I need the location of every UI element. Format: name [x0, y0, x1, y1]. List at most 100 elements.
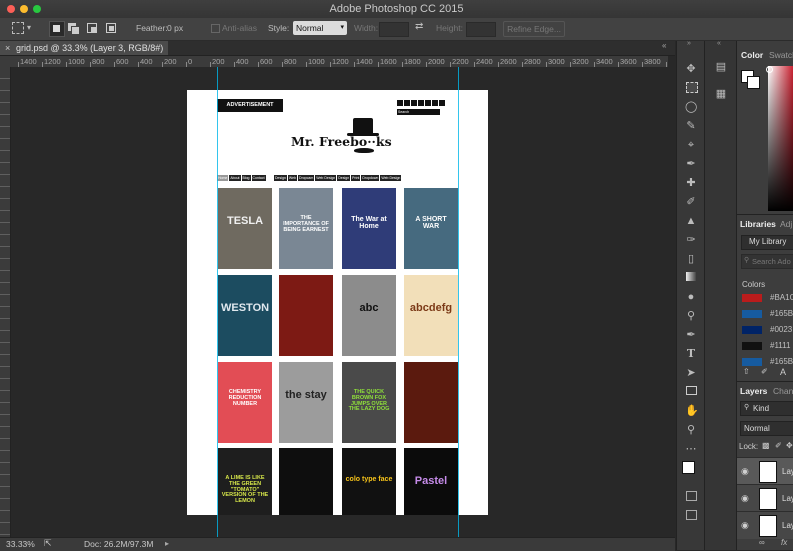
site-nav-item: Web Design	[315, 175, 337, 181]
properties-panel-icon[interactable]: ▦	[715, 88, 727, 100]
gradient-tool-icon[interactable]	[686, 272, 696, 281]
marquee-tool-preset-icon[interactable]	[12, 22, 24, 34]
doc-size-info[interactable]: Doc: 26.2M/97.3M	[84, 539, 153, 549]
blur-tool-icon[interactable]: ●	[685, 291, 697, 303]
brush-tool-icon[interactable]: ✐	[685, 196, 697, 208]
site-nav-item: Dropcam	[298, 175, 315, 181]
height-input[interactable]	[466, 22, 496, 37]
layer-effects-icon[interactable]: fx	[781, 538, 787, 547]
library-color-label: #BA1C	[770, 293, 793, 302]
eraser-tool-icon[interactable]: ▯	[685, 253, 697, 265]
history-panel-icon[interactable]: ▤	[715, 61, 727, 73]
collapse-panels-icon[interactable]: «	[662, 41, 666, 50]
layer-row[interactable]: ◉ Lay	[737, 511, 793, 539]
search-icon: ⚲	[744, 404, 750, 411]
visibility-eye-icon[interactable]: ◉	[741, 466, 749, 477]
tab-layers[interactable]: Layers	[740, 386, 767, 396]
layer-filter-kind: Kind	[753, 404, 770, 413]
feather-value[interactable]: 0 px	[167, 23, 183, 33]
book-title: CHEMISTRY REDUCTION NUMBER	[228, 389, 262, 407]
quick-selection-tool-icon[interactable]: ✎	[685, 120, 697, 132]
zoom-level[interactable]: 33.33%	[6, 539, 35, 549]
intersect-selection-icon[interactable]	[106, 23, 116, 33]
book-cover: THE QUICK BROWN FOX JUMPS OVER THE LAZY …	[342, 362, 396, 443]
site-nav-item: Web	[287, 175, 298, 181]
chevron-down-icon: ▾	[340, 24, 344, 31]
foreground-color-swatch[interactable]	[682, 461, 695, 474]
marquee-tool-icon[interactable]	[686, 82, 698, 93]
app-title: Adobe Photoshop CC 2015	[329, 3, 464, 15]
link-layers-icon[interactable]: ∞	[759, 538, 765, 547]
path-selection-tool-icon[interactable]: ➤	[685, 367, 697, 379]
screen-mode-icon[interactable]	[686, 510, 697, 520]
history-brush-tool-icon[interactable]: ✑	[685, 234, 697, 246]
color-picker-field[interactable]	[768, 66, 793, 211]
eyedropper-tool-icon[interactable]: ✒	[685, 158, 697, 170]
lasso-tool-icon[interactable]: ◯	[685, 101, 697, 113]
chevron-right-icon[interactable]: ▸	[165, 539, 169, 548]
zoom-tool-icon[interactable]: ⚲	[685, 424, 697, 436]
quick-mask-icon[interactable]	[686, 491, 697, 501]
chevron-down-icon[interactable]: ▾	[27, 23, 31, 32]
export-icon[interactable]: ⇱	[44, 538, 52, 549]
tab-channels[interactable]: Chan	[773, 386, 793, 396]
more-tools-icon[interactable]: ⋯	[685, 443, 697, 455]
library-color-swatch[interactable]	[742, 310, 762, 318]
collapse-tools-icon[interactable]: »	[687, 40, 691, 47]
color-picker-marker[interactable]	[766, 66, 773, 73]
ruler-tick-label: 1000	[308, 57, 325, 66]
library-search-input[interactable]: ⚲ Search Ado	[741, 254, 793, 269]
lock-all-icon[interactable]: ✥	[786, 441, 793, 450]
style-select[interactable]: Normal ▾	[293, 21, 347, 35]
background-color-chip[interactable]	[747, 76, 760, 89]
type-tool-icon[interactable]: T	[685, 348, 697, 360]
close-tab-icon[interactable]: ×	[5, 41, 10, 55]
library-color-swatch[interactable]	[742, 326, 762, 334]
dodge-tool-icon[interactable]: ⚲	[685, 310, 697, 322]
library-select[interactable]: My Library	[741, 235, 793, 250]
healing-brush-tool-icon[interactable]: ✚	[685, 177, 697, 189]
layer-row[interactable]: ◉ Lay	[737, 457, 793, 485]
hand-tool-icon[interactable]: ✋	[685, 405, 699, 417]
lock-paint-icon[interactable]: ✐	[775, 441, 782, 450]
style-value: Normal	[296, 23, 324, 33]
swap-dimensions-icon[interactable]: ⇄	[415, 21, 423, 32]
blend-mode-select[interactable]: Normal	[740, 421, 793, 436]
library-color-swatch[interactable]	[742, 294, 762, 302]
subtract-from-selection-icon[interactable]	[87, 23, 97, 33]
site-nav-right: Design Web Dropcam Web Design Design Print Dro…	[274, 175, 402, 181]
ruler-tick-label: 2000	[428, 57, 445, 66]
move-tool-icon[interactable]: ✥	[685, 63, 697, 75]
collapse-strip-icon[interactable]: «	[717, 40, 721, 47]
tab-libraries[interactable]: Libraries	[740, 219, 776, 229]
layer-row[interactable]: ◉ Lay	[737, 484, 793, 512]
upload-icon[interactable]: ⇧	[743, 367, 750, 376]
pen-tool-icon[interactable]: ✒	[685, 329, 697, 341]
width-input[interactable]	[379, 22, 409, 37]
new-selection-icon[interactable]	[49, 21, 65, 37]
social-icon	[411, 100, 417, 106]
library-color-swatch[interactable]	[742, 358, 762, 366]
antialias-checkbox[interactable]	[211, 24, 220, 33]
layer-filter-select[interactable]: ⚲ Kind	[740, 401, 793, 416]
lock-transparent-icon[interactable]: ▩	[762, 441, 770, 450]
tab-color[interactable]: Color	[741, 50, 763, 60]
canvas-area[interactable]: ADVERTISEMENT Search Mr. Freebo··ks Home…	[11, 67, 668, 537]
visibility-eye-icon[interactable]: ◉	[741, 520, 749, 531]
clone-stamp-tool-icon[interactable]: ▲	[685, 215, 697, 227]
tab-swatches[interactable]: Swatch	[769, 50, 793, 60]
vertical-ruler[interactable]	[0, 67, 11, 537]
rectangle-tool-icon[interactable]	[686, 386, 697, 395]
visibility-eye-icon[interactable]: ◉	[741, 493, 749, 504]
library-color-swatch[interactable]	[742, 342, 762, 350]
document-tab[interactable]: × grid.psd @ 33.3% (Layer 3, RGB/8#) *	[0, 41, 168, 67]
document-canvas[interactable]: ADVERTISEMENT Search Mr. Freebo··ks Home…	[187, 90, 488, 515]
ruler-tick-label: 1200	[332, 57, 349, 66]
brush-icon[interactable]: ✐	[761, 367, 768, 376]
tab-adjustments[interactable]: Adj	[780, 219, 792, 229]
antialias-label: Anti-alias	[222, 23, 257, 33]
crop-tool-icon[interactable]: ⌖	[685, 139, 697, 151]
text-style-icon[interactable]: A	[780, 367, 786, 377]
add-to-selection-icon[interactable]	[68, 23, 80, 35]
refine-edge-button[interactable]: Refine Edge...	[503, 21, 565, 37]
